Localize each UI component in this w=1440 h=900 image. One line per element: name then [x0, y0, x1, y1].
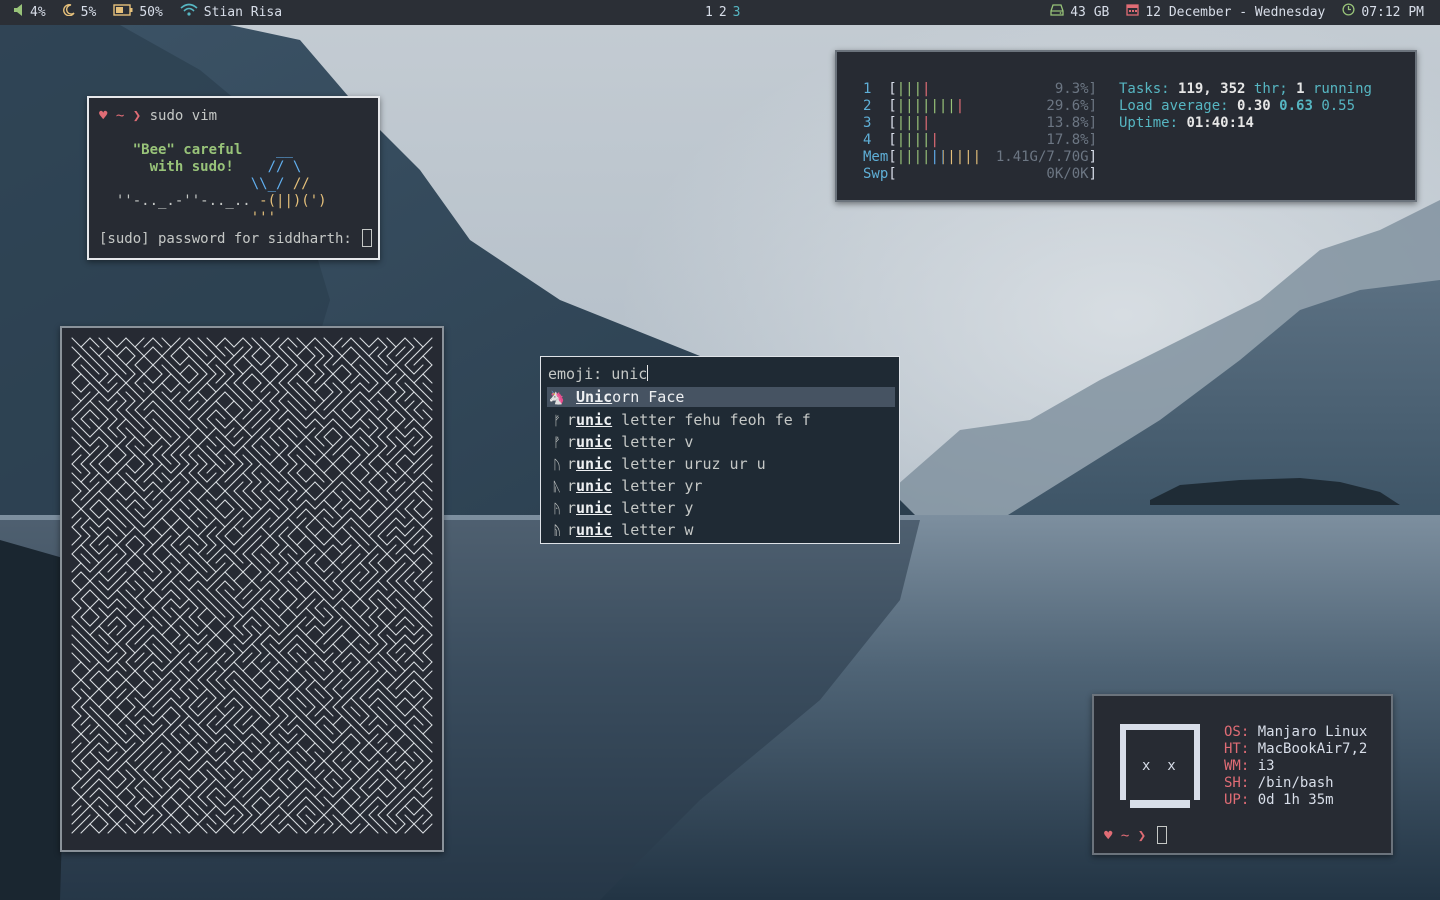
- unicorn-icon: 🦄: [548, 391, 566, 406]
- disk-indicator[interactable]: 43 GB: [1050, 0, 1109, 25]
- emoji-picker-launcher[interactable]: emoji: unic 🦄 Unicorn Face ᚠ runic letter…: [540, 356, 900, 544]
- emoji-result-item[interactable]: ᚠ runic letter fehu feoh fe f: [547, 410, 895, 430]
- moon-icon: [62, 0, 75, 25]
- password-prompt-line: [sudo] password for siddharth:: [99, 229, 378, 248]
- battery-indicator[interactable]: 50%: [113, 0, 163, 25]
- cpu-meter-2: 2 [|||||||| 29.6%]: [863, 98, 1097, 114]
- date-indicator[interactable]: 12 December - Wednesday: [1126, 0, 1325, 25]
- rune-uruz-icon: ᚢ: [553, 458, 561, 473]
- rune-y-icon: ᚤ: [553, 502, 561, 517]
- workspace-2[interactable]: 2: [719, 0, 727, 25]
- workspace-1[interactable]: 1: [705, 0, 713, 25]
- hard-drive-icon: [1050, 0, 1064, 25]
- info-row-shell: SH: /bin/bash: [1224, 775, 1334, 791]
- emoji-result-item[interactable]: ᚡ runic letter v: [547, 432, 895, 452]
- htop-window[interactable]: 1 [|||| 9.3%] 2 [|||||||| 29.6%] 3 [|||| 13…: [835, 50, 1417, 202]
- shell-prompt-line: ♥ ~ ❯ sudo vim: [99, 108, 378, 125]
- terminal-cursor[interactable]: [362, 229, 373, 247]
- neofetch-terminal-window[interactable]: x x OS: Manjaro Linux HT: MacBookAir7,2 …: [1092, 694, 1393, 855]
- prompt-dir: ~: [1120, 828, 1130, 844]
- info-row-os: OS: Manjaro Linux: [1224, 724, 1368, 740]
- system-summary: Tasks: 119, 352 thr; 1 running Load aver…: [1119, 81, 1372, 132]
- rune-yr-icon: ᚣ: [553, 480, 561, 495]
- emoji-result-item[interactable]: ᚤ runic letter y: [547, 498, 895, 518]
- shell-prompt-line: ♥ ~ ❯: [1104, 826, 1167, 845]
- battery-icon: [113, 0, 133, 25]
- rune-v-icon: ᚡ: [553, 436, 561, 451]
- system-info-list: OS: Manjaro Linux HT: MacBookAir7,2 WM: …: [1224, 724, 1367, 809]
- cpu-meter-4: 4 [||||| 17.8%]: [863, 132, 1097, 148]
- bee-ascii-art: "Bee" careful __: [132, 142, 293, 158]
- cpu-meter-1: 1 [|||| 9.3%]: [863, 81, 1097, 97]
- prompt-arrow: ❯: [132, 108, 142, 124]
- emoji-result-item[interactable]: ᚢ runic letter uruz ur u: [547, 454, 895, 474]
- workspace-3[interactable]: 3: [733, 0, 741, 25]
- password-prompt: [sudo] password for siddharth:: [99, 231, 352, 247]
- tasks-line: Tasks: 119, 352 thr; 1 running: [1119, 81, 1372, 97]
- text-caret: [647, 365, 649, 381]
- cpu-meters: 1 [|||| 9.3%] 2 [|||||||| 29.6%] 3 [|||| 13…: [863, 81, 1097, 183]
- clock-icon: [1342, 0, 1355, 25]
- workspace-switcher: 1 2 3: [702, 0, 743, 25]
- info-row-wm: WM: i3: [1224, 758, 1275, 774]
- info-row-host: HT: MacBookAir7,2: [1224, 741, 1368, 757]
- info-row-uptime: UP: 0d 1h 35m: [1224, 792, 1334, 808]
- sudo-terminal-window[interactable]: ♥ ~ ❯ sudo vim "Bee" careful __ with sud…: [87, 96, 380, 260]
- face-eyes: x x: [1142, 758, 1176, 774]
- clock-indicator[interactable]: 07:12 PM: [1342, 0, 1424, 25]
- cpu-meter-3: 3 [|||| 13.8%]: [863, 115, 1097, 131]
- terminal-cursor[interactable]: [1156, 826, 1167, 844]
- emoji-prompt-label: emoji:: [548, 365, 603, 383]
- emoji-result-item[interactable]: ᚣ runic letter yr: [547, 476, 895, 496]
- maze-pattern-window[interactable]: [60, 326, 444, 852]
- emoji-search-input[interactable]: emoji: unic: [548, 363, 649, 385]
- volume-indicator[interactable]: 4%: [14, 0, 46, 25]
- diagonal-maze-pattern: [71, 337, 433, 834]
- load-average-line: Load average: 0.30 0.63 0.55: [1119, 98, 1356, 114]
- emoji-result-item[interactable]: 🦄 Unicorn Face: [547, 387, 895, 407]
- command-text: sudo vim: [149, 108, 218, 124]
- calendar-icon: [1126, 0, 1140, 25]
- ascii-face-logo: x x: [1120, 724, 1200, 808]
- prompt-arrow: ❯: [1137, 828, 1147, 844]
- rune-w-icon: ᚥ: [553, 524, 561, 539]
- mem-meter: Mem[|||||||||| 1.41G/7.70G]: [863, 149, 1097, 165]
- speaker-icon: [14, 0, 24, 25]
- heart-icon: ♥: [1104, 828, 1113, 844]
- night-light-indicator[interactable]: 5%: [62, 0, 96, 25]
- status-bar: 4% 5% 50% Stian Risa 1 2 3 43 GB 12 Dece…: [0, 0, 1440, 25]
- wifi-indicator[interactable]: Stian Risa: [180, 0, 282, 25]
- prompt-dir: ~: [115, 108, 125, 124]
- emoji-query-text: unic: [611, 365, 648, 383]
- swap-meter: Swp[0K/0K]: [863, 166, 1097, 182]
- uptime-line: Uptime: 01:40:14: [1119, 115, 1254, 131]
- rune-fehu-icon: ᚠ: [553, 414, 561, 429]
- wifi-icon: [180, 0, 198, 25]
- emoji-result-item[interactable]: ᚥ runic letter w: [547, 520, 895, 540]
- heart-icon: ♥: [99, 108, 108, 124]
